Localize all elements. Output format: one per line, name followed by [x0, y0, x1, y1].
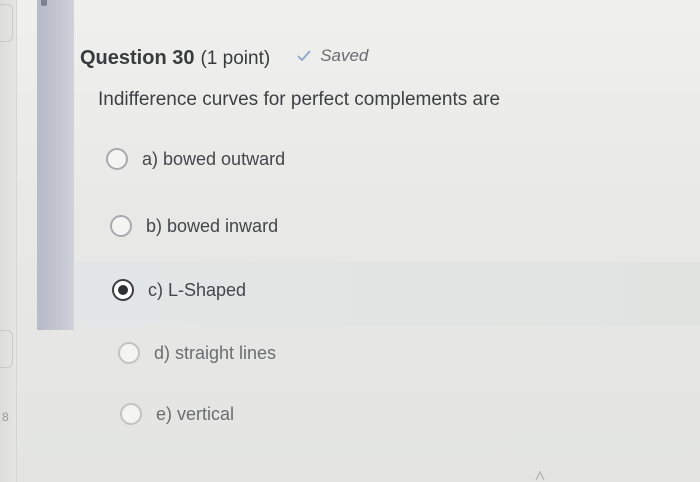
- option-label: c) L-Shaped: [148, 279, 247, 300]
- question-accent-bar: [37, 0, 74, 330]
- radio-dot: [118, 285, 128, 295]
- radio-button[interactable]: [110, 215, 132, 237]
- option-e[interactable]: e) vertical: [120, 403, 234, 425]
- radio-button[interactable]: [106, 148, 128, 170]
- scroll-hint-icon: [535, 470, 545, 481]
- option-b[interactable]: b) bowed inward: [110, 215, 278, 237]
- quiz-screen: 8 Question 30 (1 point) Saved Indifferen…: [0, 0, 700, 482]
- option-label: a) bowed outward: [142, 148, 286, 169]
- left-margin: 8: [0, 0, 17, 482]
- radio-button[interactable]: [118, 342, 140, 364]
- option-label: b) bowed inward: [146, 215, 279, 236]
- margin-indicator: [0, 330, 13, 368]
- question-points: (1 point): [200, 48, 271, 69]
- question-number-marker: 8: [2, 410, 9, 424]
- option-d[interactable]: d) straight lines: [118, 342, 276, 364]
- radio-button-selected[interactable]: [112, 279, 134, 301]
- option-label: e) vertical: [156, 403, 235, 424]
- option-a[interactable]: a) bowed outward: [106, 148, 285, 170]
- question-header: Question 30 (1 point) Saved: [80, 46, 368, 70]
- check-icon: [297, 50, 311, 61]
- option-c[interactable]: c) L-Shaped: [112, 279, 246, 301]
- accent-bar-tab: [41, 0, 47, 6]
- question-prompt: Indifference curves for perfect compleme…: [98, 89, 501, 110]
- option-label: d) straight lines: [154, 342, 277, 363]
- saved-status: Saved: [296, 46, 368, 66]
- margin-indicator: [0, 4, 13, 42]
- radio-button[interactable]: [120, 403, 142, 425]
- saved-label: Saved: [320, 46, 369, 65]
- question-title: Question 30: [80, 47, 195, 69]
